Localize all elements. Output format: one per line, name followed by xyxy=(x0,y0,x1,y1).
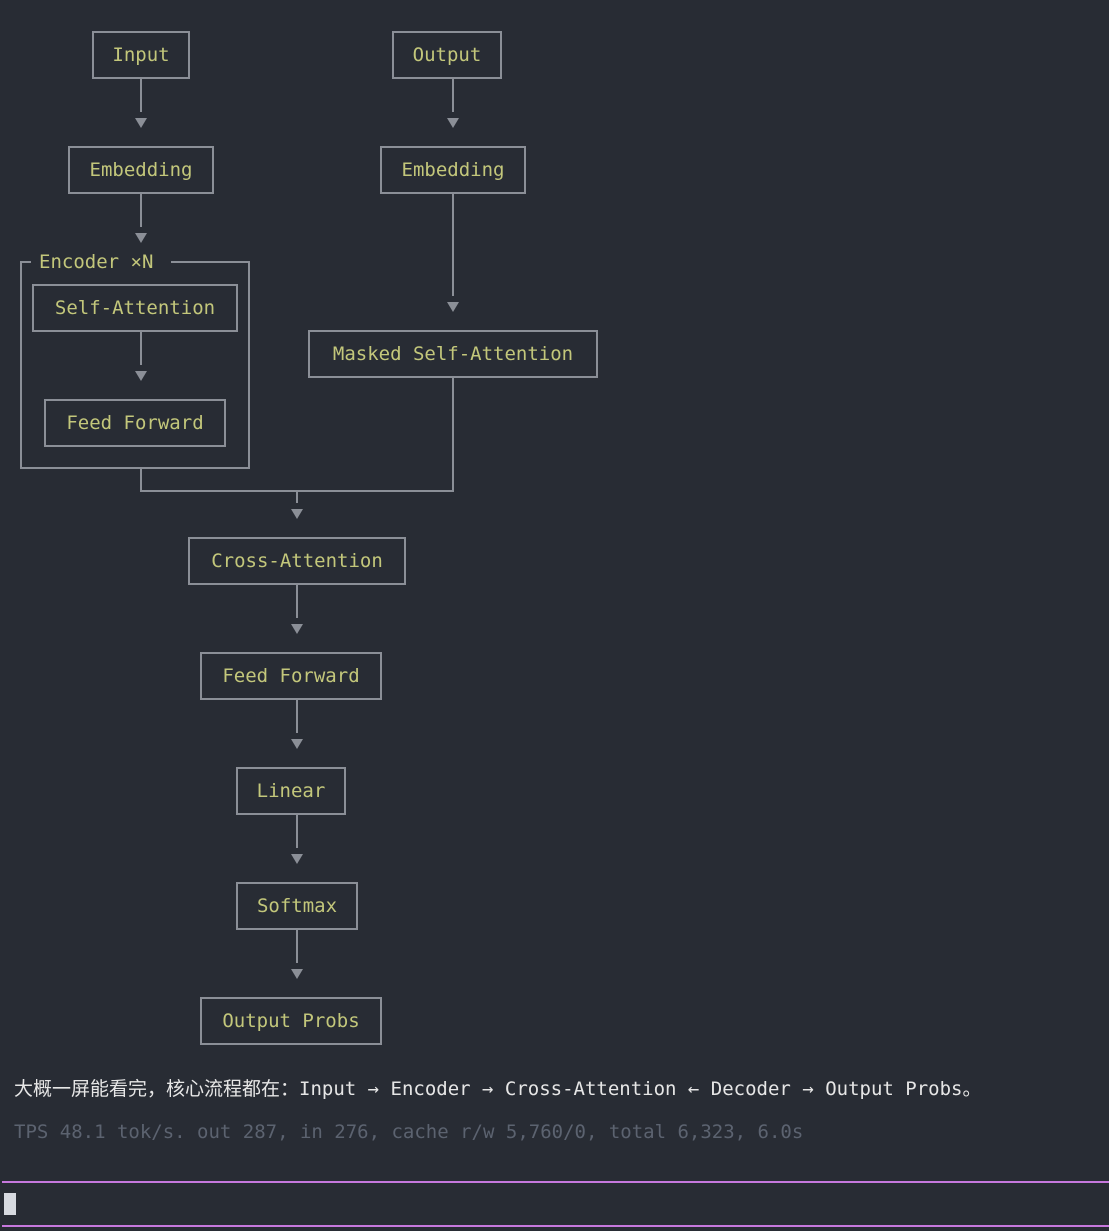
cross-attention-label: Cross-Attention xyxy=(211,550,383,572)
encoder-feed-forward-label: Feed Forward xyxy=(66,412,203,434)
arrow-down-icon xyxy=(135,118,147,128)
arrow-down-icon xyxy=(135,371,147,381)
masked-self-attention-label: Masked Self-Attention xyxy=(333,343,573,365)
connector-lines xyxy=(140,78,454,963)
feed-forward-label: Feed Forward xyxy=(222,665,359,687)
arrowheads xyxy=(135,118,459,979)
arrow-down-icon xyxy=(291,854,303,864)
transformer-architecture-diagram: Input Output Embedding Embedding Self-At… xyxy=(20,31,598,1045)
prompt-input[interactable] xyxy=(2,1181,1109,1227)
token-stats-text: TPS 48.1 tok/s. out 287, in 276, cache r… xyxy=(14,1121,804,1143)
embedding-right-label: Embedding xyxy=(402,159,505,181)
output-label: Output xyxy=(413,44,482,66)
output-probs-label: Output Probs xyxy=(222,1010,359,1032)
embedding-left-label: Embedding xyxy=(90,159,193,181)
text-cursor xyxy=(4,1193,16,1215)
input-label: Input xyxy=(112,44,169,66)
arrow-down-icon xyxy=(291,969,303,979)
encoder-group-frame xyxy=(20,261,250,469)
arrow-down-icon xyxy=(291,509,303,519)
softmax-label: Softmax xyxy=(257,895,337,917)
arrow-down-icon xyxy=(291,624,303,634)
self-attention-label: Self-Attention xyxy=(55,297,215,319)
assistant-summary-text: 大概一屏能看完，核心流程都在：Input → Encoder → Cross-A… xyxy=(14,1078,982,1100)
arrow-down-icon xyxy=(447,302,459,312)
encoder-group-label: Encoder ×N xyxy=(39,251,153,273)
linear-label: Linear xyxy=(257,780,326,802)
arrow-down-icon xyxy=(291,739,303,749)
arrow-down-icon xyxy=(447,118,459,128)
arrow-down-icon xyxy=(135,233,147,243)
